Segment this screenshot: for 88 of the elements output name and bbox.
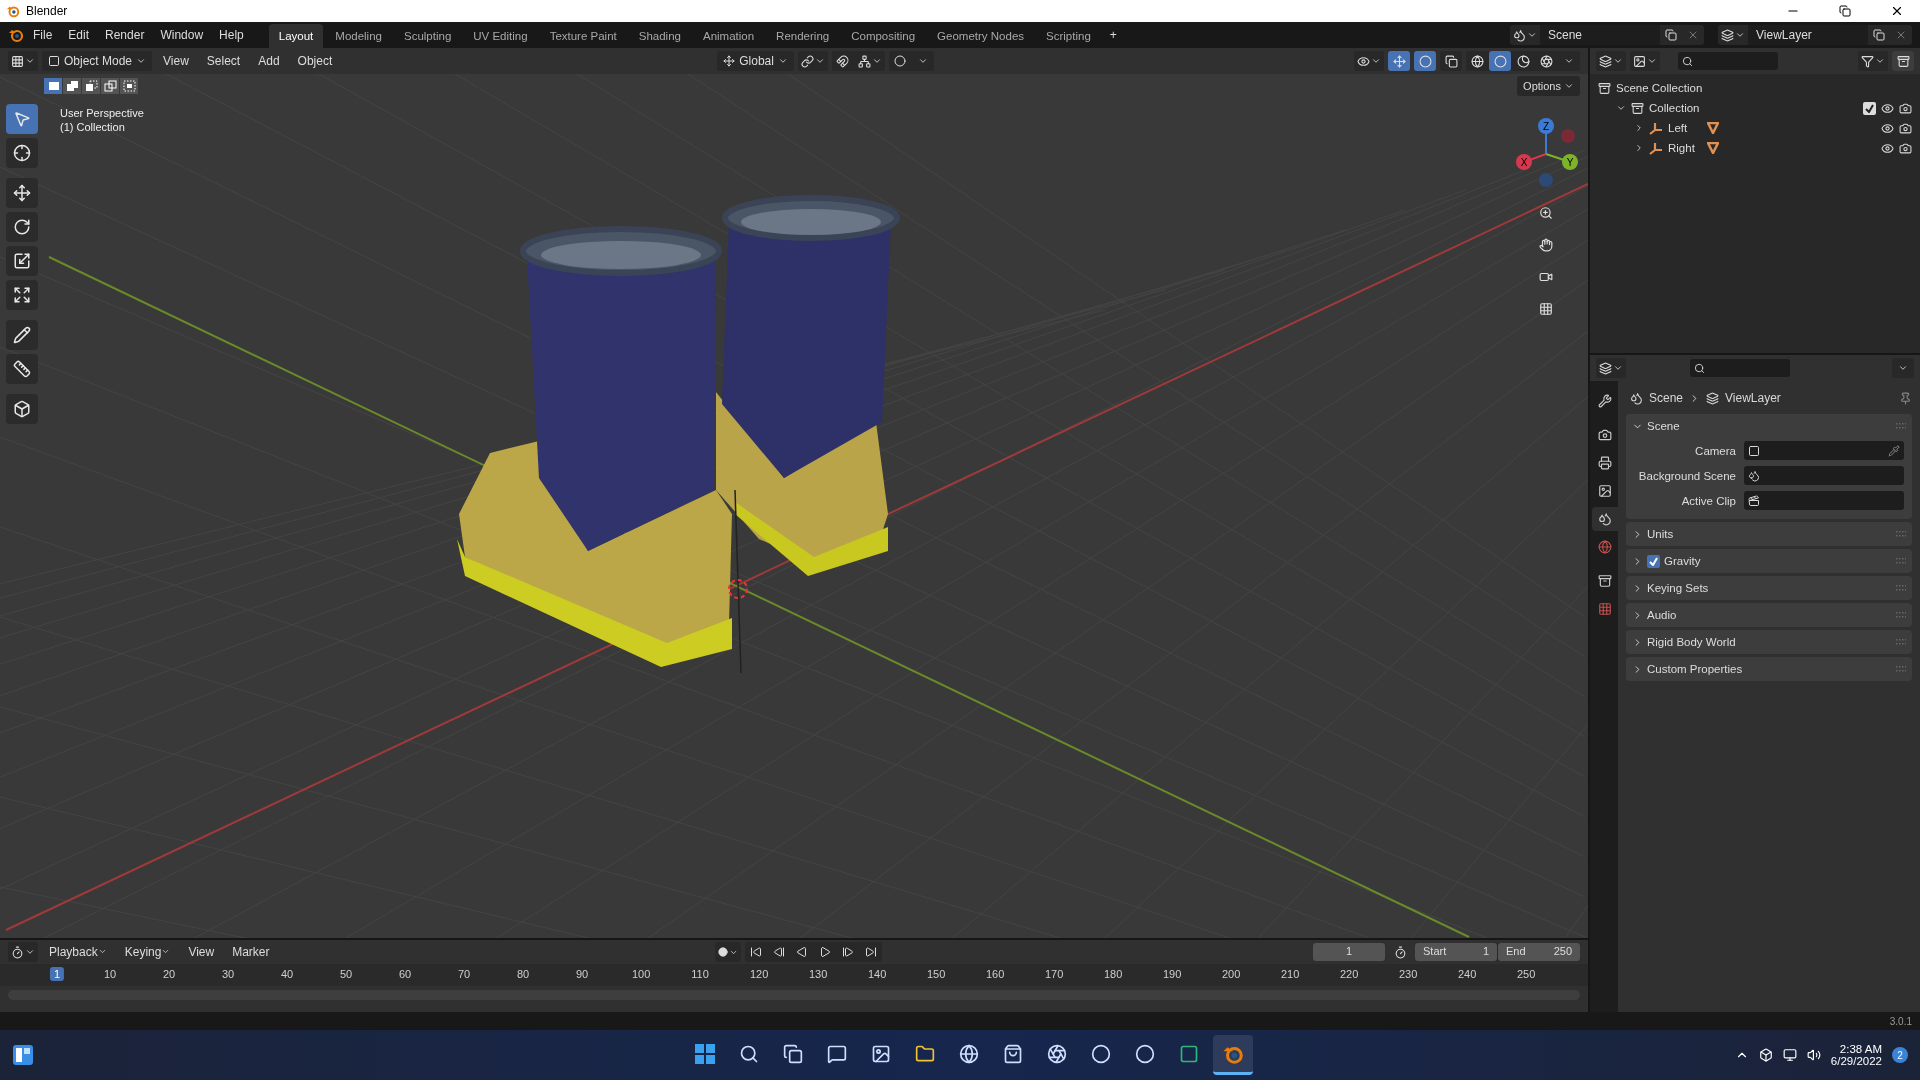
workspace-tab[interactable]: UV Editing xyxy=(463,24,538,48)
menu-item[interactable]: View xyxy=(156,51,196,71)
frame-number[interactable]: 170 xyxy=(1040,967,1068,981)
field-label: End xyxy=(1506,945,1526,959)
frame-number[interactable]: 180 xyxy=(1099,967,1127,981)
frame-number[interactable]: 150 xyxy=(922,967,950,981)
frame-number[interactable]: 130 xyxy=(804,967,832,981)
frame-number[interactable]: 250 xyxy=(1512,967,1540,981)
frame-number[interactable]: 70 xyxy=(453,967,475,981)
field-label: Camera xyxy=(1694,444,1736,457)
clock[interactable]: 2:38 AM 6/29/2022 xyxy=(1830,1043,1882,1067)
version-text: 3.0.1 xyxy=(1889,1015,1912,1027)
current-frame-field[interactable]: 1 xyxy=(1313,943,1385,961)
menu-item[interactable]: Render xyxy=(98,25,152,45)
outliner-item[interactable]: Scene Collection xyxy=(1616,82,1703,94)
mode-dropdown[interactable]: Object Mode xyxy=(42,51,153,71)
frame-number[interactable]: 40 xyxy=(276,967,298,981)
frame-number[interactable]: 140 xyxy=(863,967,891,981)
outliner-item[interactable]: Collection xyxy=(1649,102,1700,114)
date-text: 6/29/2022 xyxy=(1830,1055,1882,1067)
window-title: Blender xyxy=(26,4,69,18)
frame-number[interactable]: 240 xyxy=(1453,967,1481,981)
frame-number[interactable]: 30 xyxy=(217,967,239,981)
workspace-tab[interactable]: Compositing xyxy=(841,24,926,48)
workspace-tab[interactable]: Shading xyxy=(628,24,691,48)
menu-item[interactable]: Object xyxy=(290,51,340,71)
menu-item[interactable]: Window xyxy=(153,25,211,45)
add-workspace-button[interactable]: + xyxy=(1102,25,1124,45)
menu-item[interactable]: Select xyxy=(199,51,248,71)
workspace-tab[interactable]: Sculpting xyxy=(393,24,462,48)
start-frame-field[interactable]: Start 1 xyxy=(1415,943,1497,961)
outliner-item[interactable]: Right xyxy=(1668,142,1702,154)
field-value: 250 xyxy=(1553,945,1572,959)
time-text: 2:38 AM xyxy=(1839,1043,1882,1055)
viewport-info-text: User Perspective xyxy=(60,107,144,119)
frame-number[interactable]: 50 xyxy=(335,967,357,981)
menu-item[interactable]: Help xyxy=(212,25,251,45)
field-label: Active Clip xyxy=(1680,494,1736,507)
scene-field[interactable]: Scene xyxy=(1540,25,1660,45)
frame-number[interactable]: 160 xyxy=(981,967,1009,981)
frame-number[interactable]: 60 xyxy=(394,967,416,981)
menu-item[interactable]: View xyxy=(181,942,222,962)
panel-title[interactable]: Rigid Body World xyxy=(1647,636,1892,648)
frame-number[interactable]: 1 xyxy=(49,967,65,981)
frame-number[interactable]: 230 xyxy=(1394,967,1422,981)
options-dropdown[interactable]: Options xyxy=(1517,76,1580,96)
frame-number[interactable]: 200 xyxy=(1217,967,1245,981)
breadcrumb-item[interactable]: ViewLayer xyxy=(1725,391,1781,405)
frame-number[interactable]: 10 xyxy=(99,967,121,981)
menu-item[interactable]: Add xyxy=(251,51,287,71)
menu-item[interactable]: Marker xyxy=(225,942,277,962)
frame-number[interactable]: 110 xyxy=(687,967,713,981)
workspace-tab[interactable]: Layout xyxy=(268,24,324,48)
end-frame-field[interactable]: End 250 xyxy=(1498,943,1580,961)
panel-title[interactable]: Audio xyxy=(1647,609,1892,621)
notification-badge[interactable]: 2 xyxy=(1892,1047,1908,1063)
frame-number[interactable]: 210 xyxy=(1276,967,1304,981)
menu-item[interactable]: Edit xyxy=(61,25,97,45)
field-value: 1 xyxy=(1482,945,1489,959)
menu-item[interactable]: File xyxy=(26,25,60,45)
orientation-dropdown[interactable]: Global xyxy=(717,51,794,71)
outliner-item[interactable]: Left xyxy=(1668,122,1702,134)
workspace-tab[interactable]: Scripting xyxy=(1036,24,1101,48)
workspace-tab[interactable]: Texture Paint xyxy=(539,24,627,48)
field-label: Start xyxy=(1423,945,1447,959)
breadcrumb-item[interactable]: Scene xyxy=(1649,391,1684,405)
panel-title[interactable]: Custom Properties xyxy=(1647,663,1892,675)
navigation-gizmo: X Y Z xyxy=(1510,114,1582,194)
field-label: Background Scene xyxy=(1637,469,1736,482)
workspace-tab[interactable]: Rendering xyxy=(766,24,840,48)
workspace-tab[interactable]: Geometry Nodes xyxy=(927,24,1035,48)
frame-number[interactable]: 220 xyxy=(1335,967,1363,981)
menu-item[interactable]: Keying xyxy=(117,942,178,962)
frame-number[interactable]: 90 xyxy=(571,967,593,981)
panel-title[interactable]: Units xyxy=(1647,528,1892,540)
panel-title[interactable]: Scene xyxy=(1647,420,1892,432)
frame-number[interactable]: 100 xyxy=(627,967,655,981)
menu-item[interactable]: Playback xyxy=(42,942,114,962)
frame-number[interactable]: 80 xyxy=(512,967,534,981)
panel-title[interactable]: Keying Sets xyxy=(1647,582,1892,594)
viewport-info-text: (1) Collection xyxy=(60,121,126,133)
frame-number[interactable]: 20 xyxy=(158,967,180,981)
frame-number[interactable]: 190 xyxy=(1158,967,1186,981)
workspace-tab[interactable]: Animation xyxy=(692,24,765,48)
workspace-tab[interactable]: Modeling xyxy=(325,24,392,48)
view-layer-field[interactable]: ViewLayer xyxy=(1748,25,1868,45)
panel-title[interactable]: Gravity xyxy=(1664,555,1892,567)
frame-number[interactable]: 120 xyxy=(745,967,773,981)
